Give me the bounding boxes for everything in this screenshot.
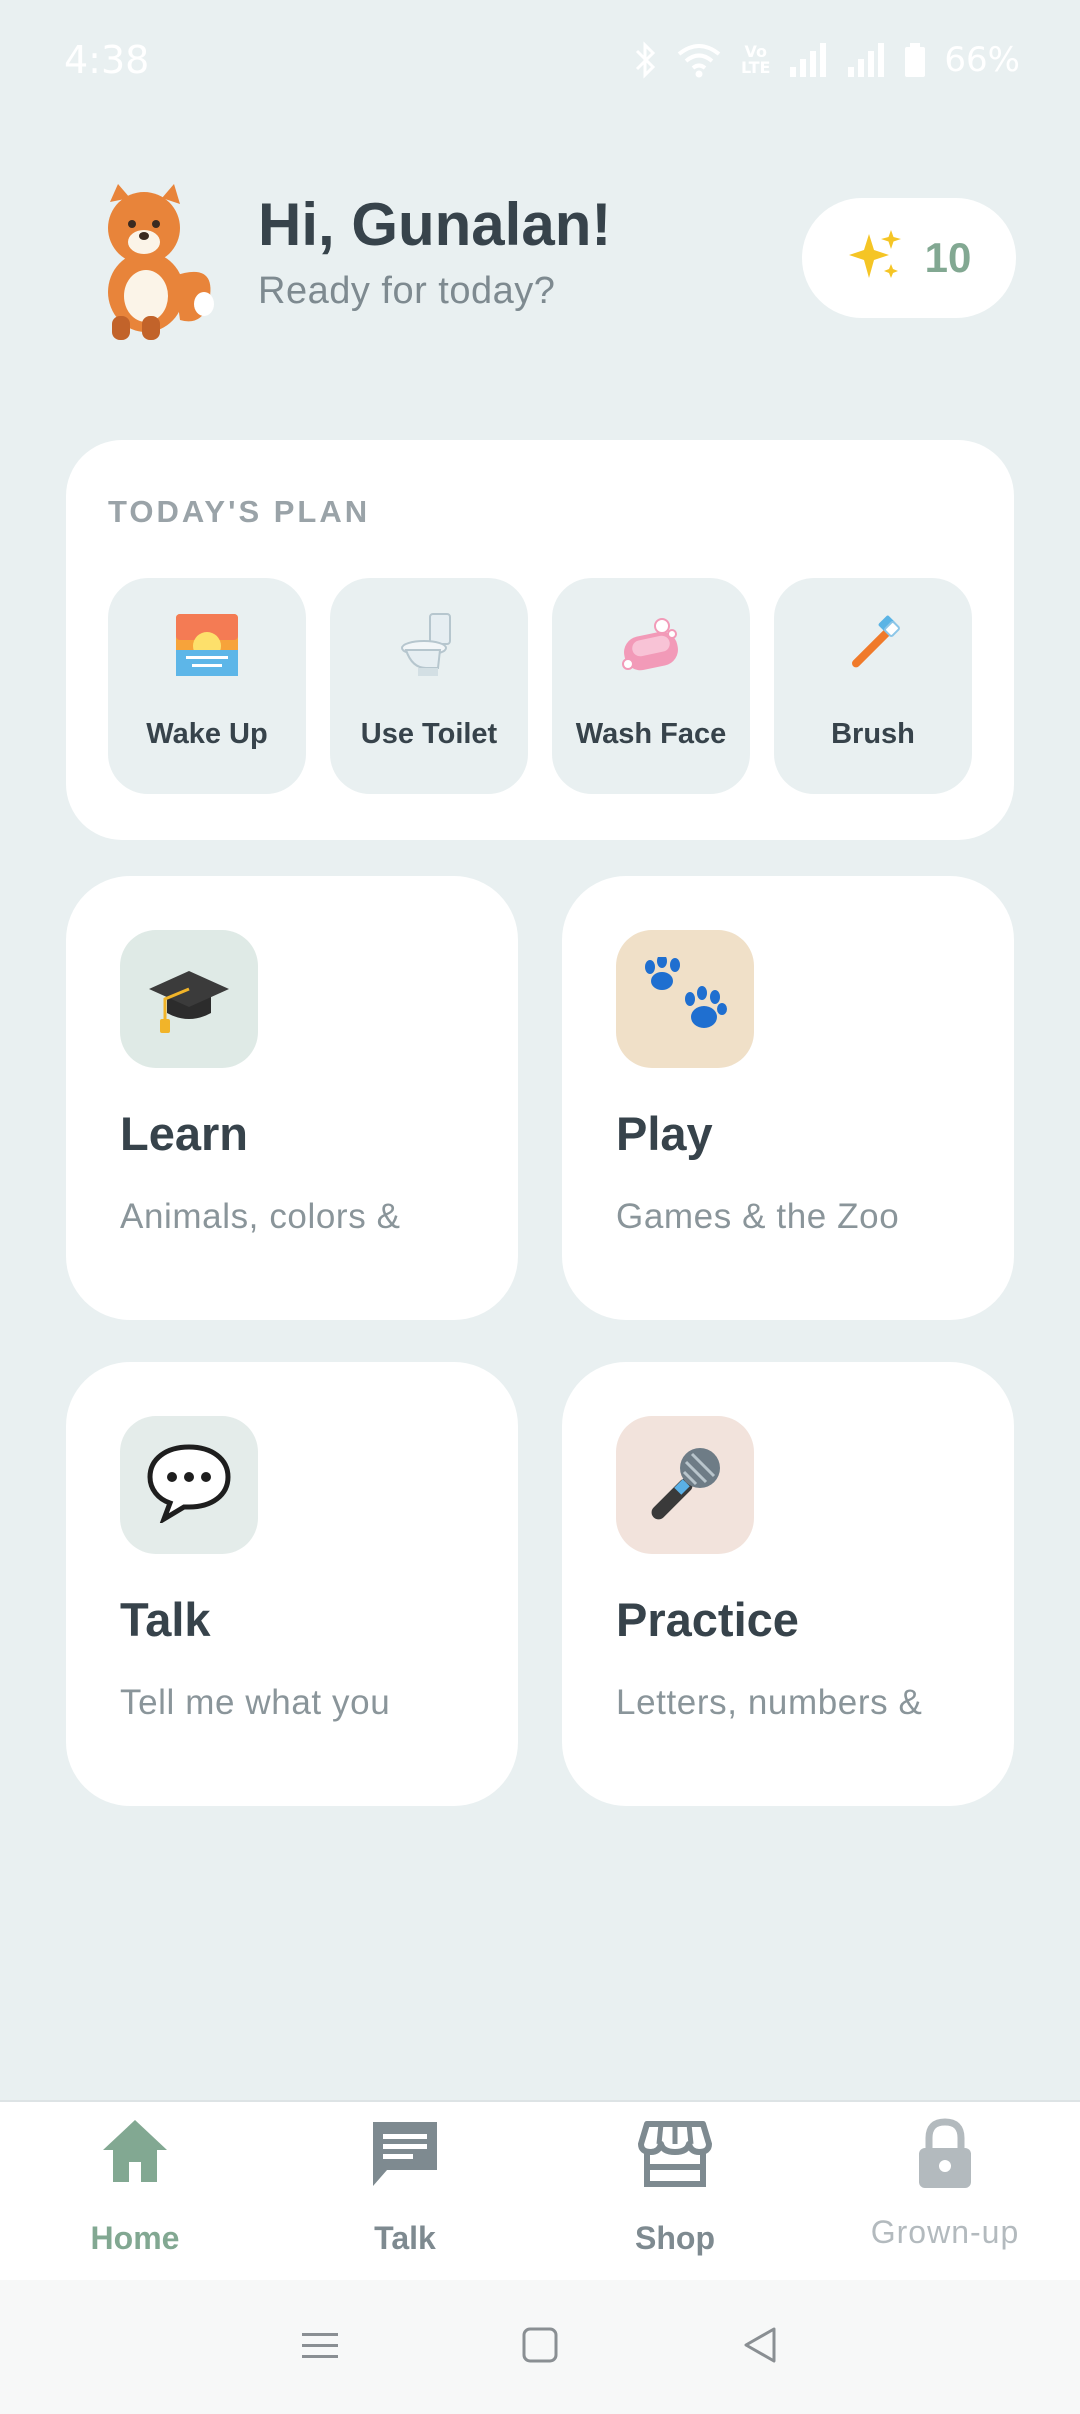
volte-badge: Vo LTE — [741, 42, 771, 77]
header: Hi, Gunalan! Ready for today? 10 — [96, 180, 1016, 350]
bottom-nav: Home Talk Shop Grown-up — [0, 2100, 1080, 2280]
greeting: Hi, Gunalan! Ready for today? — [258, 190, 611, 313]
nav-talk[interactable]: Talk — [270, 2102, 540, 2282]
store-icon — [637, 2116, 713, 2197]
wifi-icon — [675, 42, 723, 78]
fox-mascot-icon — [96, 180, 220, 340]
lock-icon — [913, 2116, 977, 2197]
status-icons: Vo LTE 66% — [635, 40, 1020, 80]
status-bar: 4:38 Vo LTE 66% — [0, 0, 1080, 120]
sunrise-icon — [174, 612, 240, 678]
battery-icon — [904, 43, 926, 77]
bluetooth-icon — [635, 41, 657, 79]
stars-count: 10 — [924, 234, 972, 281]
play-card[interactable]: Play Games & the Zoo — [562, 876, 1014, 1320]
plan-item-wake-up[interactable]: Wake Up — [108, 578, 306, 794]
play-icon-box — [616, 930, 754, 1068]
signal-icon-1 — [788, 43, 828, 77]
card-subtitle: Games & the Zoo — [616, 1197, 900, 1236]
signal-icon-2 — [846, 43, 886, 77]
plan-item-label: Wash Face — [575, 718, 727, 750]
todays-plan-card: TODAY'S PLAN Wake Up Use Toilet Wash Fac… — [66, 440, 1014, 840]
stars-counter[interactable]: 10 — [802, 198, 1016, 318]
system-nav-bar — [0, 2280, 1080, 2414]
card-subtitle: Letters, numbers & — [616, 1683, 923, 1722]
plan-item-label: Wake Up — [146, 718, 268, 750]
status-time: 4:38 — [64, 38, 150, 82]
microphone-icon — [642, 1440, 728, 1531]
plan-items: Wake Up Use Toilet Wash Face Brush — [108, 578, 972, 794]
card-subtitle: Animals, colors & — [120, 1197, 401, 1236]
toothbrush-icon — [840, 612, 906, 678]
plan-item-label: Brush — [831, 718, 915, 750]
nav-label: Shop — [635, 2220, 715, 2256]
speech-bubble-icon — [146, 1443, 232, 1528]
plan-item-brush[interactable]: Brush — [774, 578, 972, 794]
nav-grown-up[interactable]: Grown-up — [810, 2102, 1080, 2282]
plan-item-label: Use Toilet — [360, 718, 498, 750]
nav-label: Home — [90, 2220, 180, 2256]
chat-icon — [367, 2116, 443, 2197]
nav-label: Grown-up — [870, 2214, 1020, 2250]
nav-label: Talk — [374, 2220, 436, 2256]
plan-item-wash-face[interactable]: Wash Face — [552, 578, 750, 794]
recent-apps-icon[interactable] — [300, 2325, 340, 2370]
greeting-subtitle: Ready for today? — [258, 270, 556, 312]
nav-home[interactable]: Home — [0, 2102, 270, 2282]
talk-icon-box — [120, 1416, 258, 1554]
paw-prints-icon — [642, 953, 728, 1042]
sparkles-icon — [847, 228, 903, 289]
nav-shop[interactable]: Shop — [540, 2102, 810, 2282]
learn-card[interactable]: Learn Animals, colors & — [66, 876, 518, 1320]
home-button-icon[interactable] — [520, 2325, 560, 2370]
home-icon — [99, 2116, 171, 2193]
talk-card[interactable]: Talk Tell me what you — [66, 1362, 518, 1806]
card-title: Practice — [616, 1593, 799, 1646]
practice-card[interactable]: Practice Letters, numbers & — [562, 1362, 1014, 1806]
greeting-title: Hi, Gunalan! — [258, 191, 612, 258]
plan-title: TODAY'S PLAN — [108, 494, 371, 529]
soap-icon — [618, 612, 684, 678]
practice-icon-box — [616, 1416, 754, 1554]
toilet-icon — [396, 612, 462, 678]
card-title: Learn — [120, 1107, 248, 1160]
plan-item-use-toilet[interactable]: Use Toilet — [330, 578, 528, 794]
card-subtitle: Tell me what you — [120, 1683, 391, 1722]
back-icon[interactable] — [740, 2325, 780, 2370]
card-title: Talk — [120, 1593, 211, 1646]
battery-percent: 66% — [944, 40, 1020, 80]
card-title: Play — [616, 1107, 713, 1160]
learn-icon-box — [120, 930, 258, 1068]
graduation-cap-icon — [147, 959, 231, 1040]
